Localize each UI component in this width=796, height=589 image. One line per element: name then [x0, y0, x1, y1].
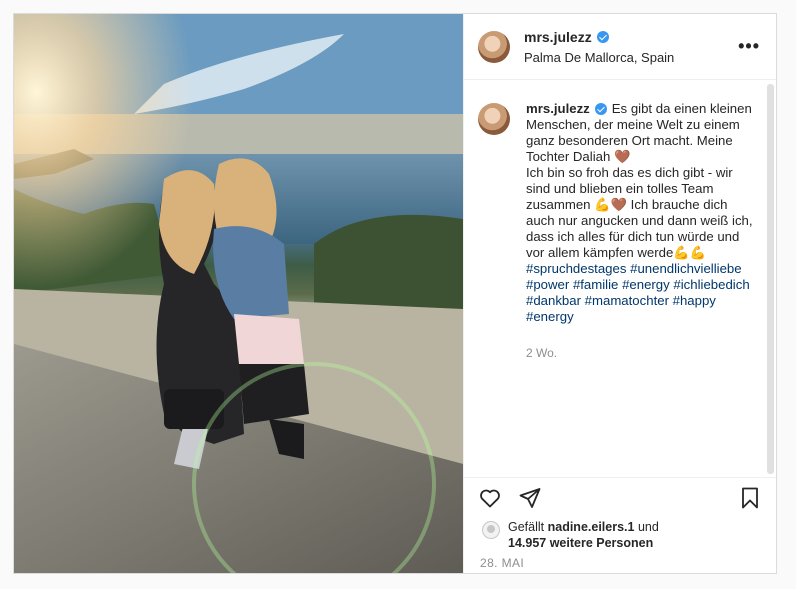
caption-username-label[interactable]: mrs.julezz [526, 101, 590, 117]
share-icon[interactable] [518, 486, 542, 510]
caption-area: mrs.julezz Es gibt da einen kleinen Mens… [464, 81, 776, 477]
liker-username[interactable]: nadine.eilers.1 [548, 520, 635, 534]
author-username[interactable]: mrs.julezz [524, 29, 609, 45]
heart-icon[interactable] [478, 486, 502, 510]
caption-avatar[interactable] [478, 103, 510, 135]
post-side-panel: mrs.julezz Palma De Mallorca, Spain ••• … [463, 14, 776, 573]
header-text: mrs.julezz Palma De Mallorca, Spain [524, 29, 738, 65]
likes-text: Gefällt nadine.eilers.1 und 14.957 weite… [508, 519, 659, 551]
likes-count[interactable]: 14.957 weitere Personen [508, 536, 653, 550]
hashtag-link[interactable]: #familie [573, 277, 618, 292]
hashtag-link[interactable]: #spruchdestages [526, 261, 626, 276]
hashtag-link[interactable]: #energy [526, 309, 574, 324]
likes-summary: Gefällt nadine.eilers.1 und 14.957 weite… [482, 519, 766, 551]
heart-emoji: 🤎 [613, 149, 631, 164]
verified-icon [596, 30, 609, 43]
likes-mid: und [634, 520, 659, 534]
post-header: mrs.julezz Palma De Mallorca, Spain ••• [464, 14, 776, 80]
hashtag-list: #spruchdestages #unendlichvielliebe #pow… [526, 261, 756, 325]
photo-illustration [14, 14, 463, 573]
emoji-muscle-heart: 💪🤎 [594, 197, 628, 212]
caption-username[interactable]: mrs.julezz [526, 101, 607, 117]
author-avatar[interactable] [478, 30, 510, 63]
verified-icon [594, 103, 607, 115]
caption-body: mrs.julezz Es gibt da einen kleinen Mens… [526, 101, 756, 477]
caption-scrollbar[interactable] [767, 84, 774, 474]
hashtag-link[interactable]: #power [526, 277, 569, 292]
post-card: mrs.julezz Palma De Mallorca, Spain ••• … [13, 13, 777, 574]
hashtag-link[interactable]: #energy [622, 277, 670, 292]
emoji-muscles: 💪💪 [673, 245, 707, 260]
liker-avatar[interactable] [482, 521, 500, 539]
post-photo[interactable] [14, 14, 463, 573]
hashtag-link[interactable]: #ichliebedich [673, 277, 749, 292]
author-username-label[interactable]: mrs.julezz [524, 29, 592, 45]
more-icon[interactable]: ••• [738, 36, 760, 57]
post-location[interactable]: Palma De Mallorca, Spain [524, 50, 738, 65]
hashtag-link[interactable]: #unendlichvielliebe [630, 261, 741, 276]
post-date[interactable]: 28. MAI [480, 556, 524, 570]
caption-time[interactable]: 2 Wo. [526, 345, 756, 361]
hashtag-link[interactable]: #dankbar [526, 293, 581, 308]
likes-prefix: Gefällt [508, 520, 548, 534]
action-bar [464, 477, 776, 518]
hashtag-link[interactable]: #happy [673, 293, 716, 308]
hashtag-link[interactable]: #mamatochter [585, 293, 669, 308]
bookmark-icon[interactable] [738, 486, 762, 510]
